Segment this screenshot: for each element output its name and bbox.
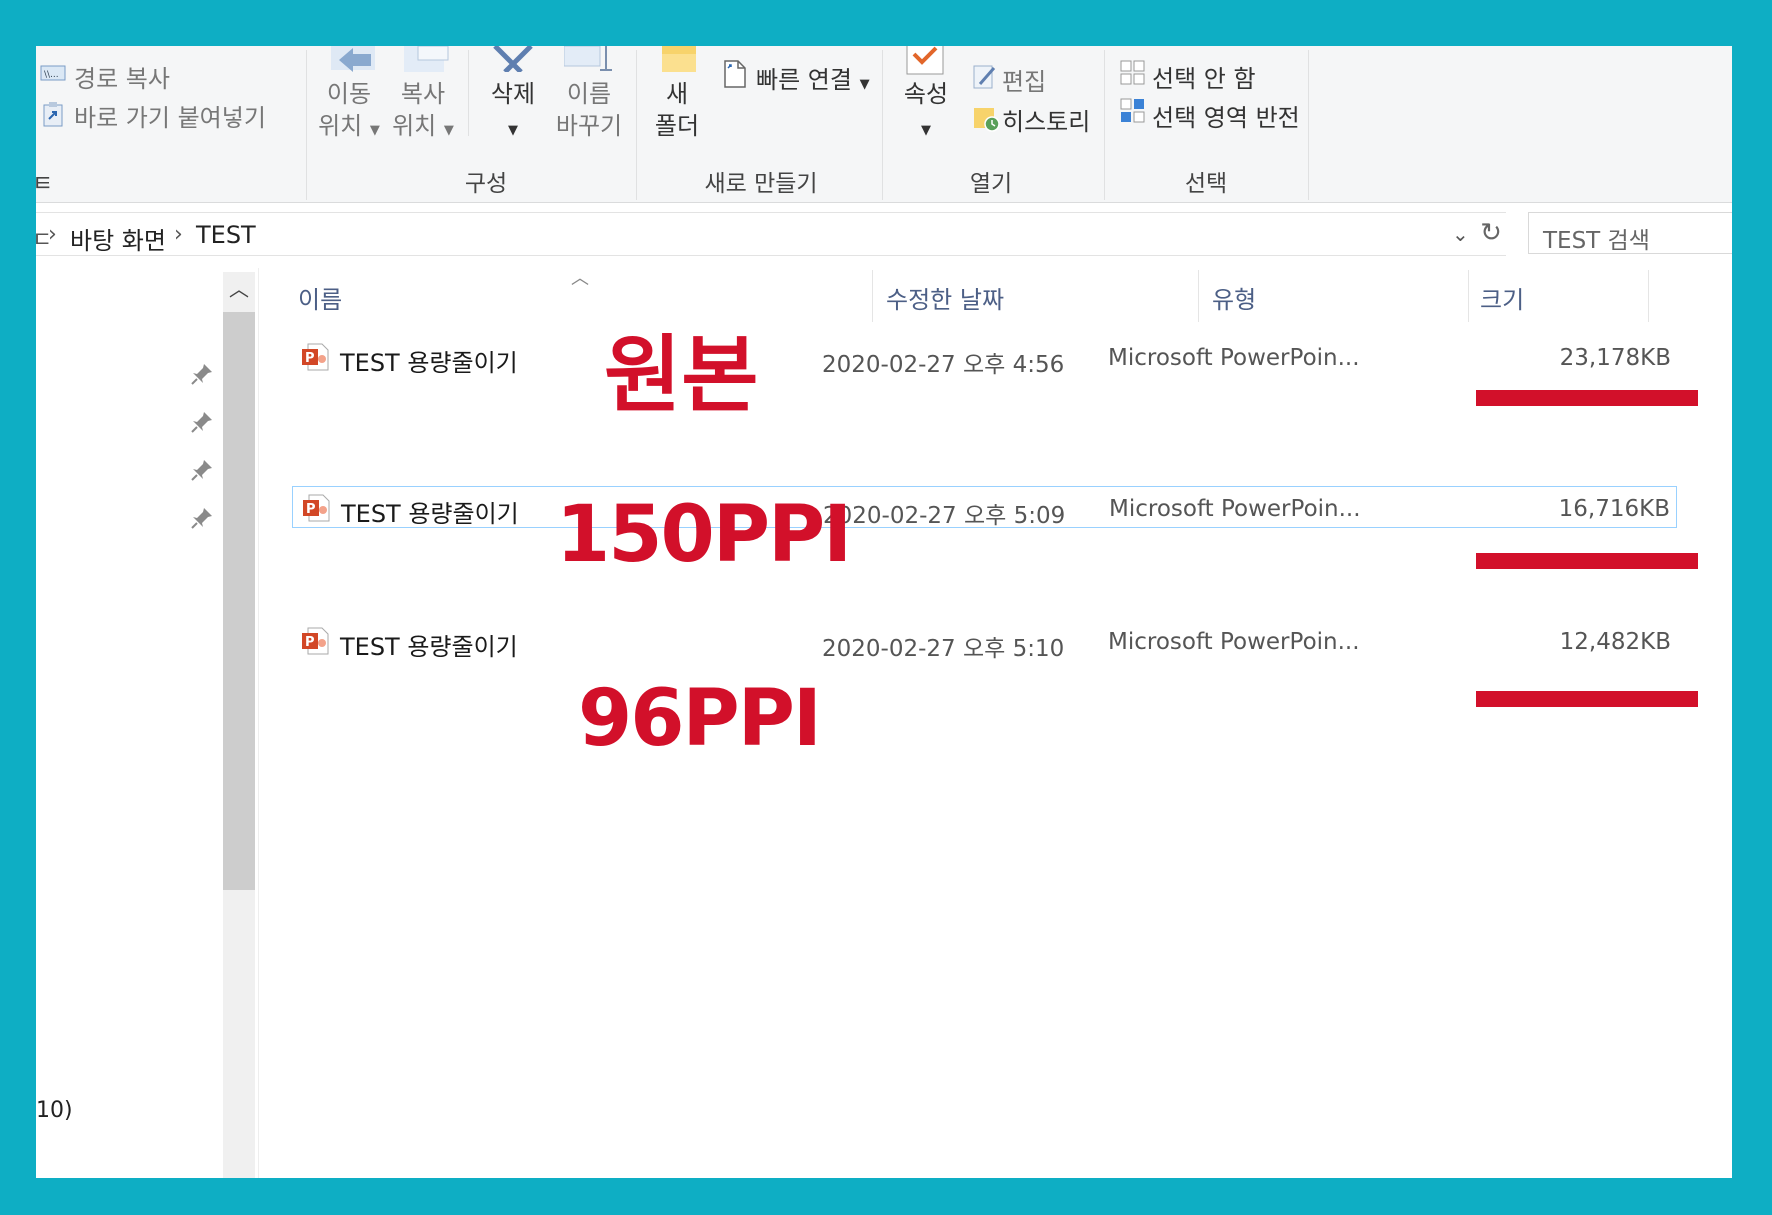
file-explorer-window: \\... 경로 복사 바로 가기 붙여넣기 ㅌ 이동 위치 ▼ 복사 위치 ▼ — [36, 46, 1732, 1178]
history-icon — [972, 104, 1000, 136]
nav-scrollbar[interactable]: ︿ — [223, 272, 255, 1178]
column-header-type[interactable]: 유형 — [1212, 280, 1256, 315]
edit-icon — [972, 62, 998, 94]
file-date: 2020-02-27 오후 5:09 — [823, 503, 1066, 529]
pin-icon[interactable] — [190, 458, 214, 482]
file-name: TEST 용량줄이기 — [340, 349, 518, 377]
column-header-date[interactable]: 수정한 날짜 — [886, 280, 1004, 315]
powerpoint-file-icon: P — [301, 493, 331, 523]
new-group-label: 새로 만들기 — [704, 171, 818, 197]
pin-icon[interactable] — [190, 506, 214, 530]
column-header-size[interactable]: 크기 — [1480, 280, 1524, 315]
sort-ascending-icon: ︿ — [571, 268, 589, 289]
file-size: 12,482KB — [1559, 629, 1671, 655]
invert-selection-icon — [1120, 98, 1146, 128]
delete-button[interactable]: 삭제 ▼ — [480, 78, 546, 147]
move-to-button[interactable]: 이동 위치 ▼ — [314, 78, 384, 147]
size-underline-mark — [1476, 390, 1698, 406]
history-button[interactable]: 히스토리 — [1002, 102, 1090, 137]
file-type: Microsoft PowerPoin... — [1108, 345, 1360, 371]
easy-access-icon — [722, 58, 748, 94]
edit-button[interactable]: 편집 — [1002, 62, 1046, 97]
copy-path-icon: \\... — [40, 62, 66, 88]
powerpoint-file-icon: P — [300, 626, 330, 656]
easy-access-button[interactable]: 빠른 연결 ▼ — [756, 60, 870, 95]
annotation-96ppi: 96PPI — [578, 674, 822, 764]
file-date: 2020-02-27 오후 4:56 — [822, 352, 1065, 378]
size-underline-mark — [1476, 691, 1698, 707]
new-folder-button[interactable]: 새 폴더 — [642, 78, 712, 142]
breadcrumb-desktop[interactable]: 바탕 화면 — [70, 221, 166, 256]
breadcrumb-test[interactable]: TEST — [196, 221, 256, 249]
properties-button[interactable]: 속성 ▼ — [890, 78, 962, 147]
pin-icon[interactable] — [190, 410, 214, 434]
svg-text:P: P — [305, 351, 315, 366]
paste-shortcut-icon — [42, 101, 64, 131]
file-row[interactable]: P TEST 용량줄이기 2020-02-27 오후 5:10 Microsof… — [292, 620, 1677, 662]
navigation-pane — [36, 268, 224, 1178]
ribbon: \\... 경로 복사 바로 가기 붙여넣기 ㅌ 이동 위치 ▼ 복사 위치 ▼ — [36, 46, 1732, 203]
annotation-original: 원본 — [604, 326, 759, 424]
select-none-button[interactable]: 선택 안 함 — [1152, 59, 1256, 94]
copy-path-button[interactable]: 경로 복사 — [74, 59, 170, 94]
search-input[interactable]: TEST 검색 — [1528, 212, 1732, 254]
file-date: 2020-02-27 오후 5:10 — [822, 636, 1065, 662]
organize-group-label: 구성 — [464, 171, 508, 197]
select-group-label: 선택 — [1184, 171, 1228, 197]
rename-icon — [563, 46, 614, 80]
file-name: TEST 용량줄이기 — [340, 633, 518, 661]
svg-text:P: P — [305, 635, 315, 650]
pin-icon[interactable] — [190, 362, 214, 386]
open-group-label: 열기 — [969, 171, 1013, 197]
properties-check-icon — [906, 46, 946, 80]
paste-shortcut-button[interactable]: 바로 가기 붙여넣기 — [74, 98, 266, 133]
refresh-icon[interactable]: ↻ — [1476, 212, 1506, 254]
file-size: 16,716KB — [1558, 496, 1670, 522]
file-type: Microsoft PowerPoin... — [1108, 629, 1360, 655]
svg-text:P: P — [306, 502, 316, 517]
delete-x-icon — [491, 46, 535, 76]
address-bar[interactable]: ㄷ › 바탕 화면 › TEST ⌄ — [36, 212, 1506, 256]
clipboard-group-label: ㅌ — [36, 171, 54, 197]
new-folder-icon — [660, 46, 700, 80]
nav-status-text: 10) — [36, 1098, 73, 1123]
move-to-icon — [331, 46, 381, 80]
svg-text:\\...: \\... — [44, 70, 59, 80]
breadcrumb-separator-icon: › — [174, 222, 183, 247]
annotation-150ppi: 150PPI — [556, 490, 852, 580]
scroll-up-icon[interactable]: ︿ — [223, 272, 255, 306]
file-size: 23,178KB — [1559, 345, 1671, 371]
file-row[interactable]: P TEST 용량줄이기 2020-02-27 오후 4:56 Microsof… — [292, 336, 1677, 378]
file-name: TEST 용량줄이기 — [341, 500, 519, 528]
file-row-selected[interactable]: P TEST 용량줄이기 2020-02-27 오후 5:09 Microsof… — [292, 486, 1677, 529]
copy-to-button[interactable]: 복사 위치 ▼ — [388, 78, 458, 147]
rename-button[interactable]: 이름 바꾸기 — [544, 78, 634, 142]
column-header-name[interactable]: 이름 — [298, 280, 342, 315]
address-dropdown-chevron-icon[interactable]: ⌄ — [1452, 222, 1469, 246]
scrollbar-thumb[interactable] — [223, 312, 255, 890]
file-type: Microsoft PowerPoin... — [1109, 496, 1361, 522]
copy-to-icon — [404, 46, 454, 80]
size-underline-mark — [1476, 553, 1698, 569]
breadcrumb-separator-icon: › — [48, 222, 57, 247]
invert-selection-button[interactable]: 선택 영역 반전 — [1152, 98, 1300, 133]
select-none-icon — [1120, 60, 1146, 90]
powerpoint-file-icon: P — [300, 342, 330, 372]
